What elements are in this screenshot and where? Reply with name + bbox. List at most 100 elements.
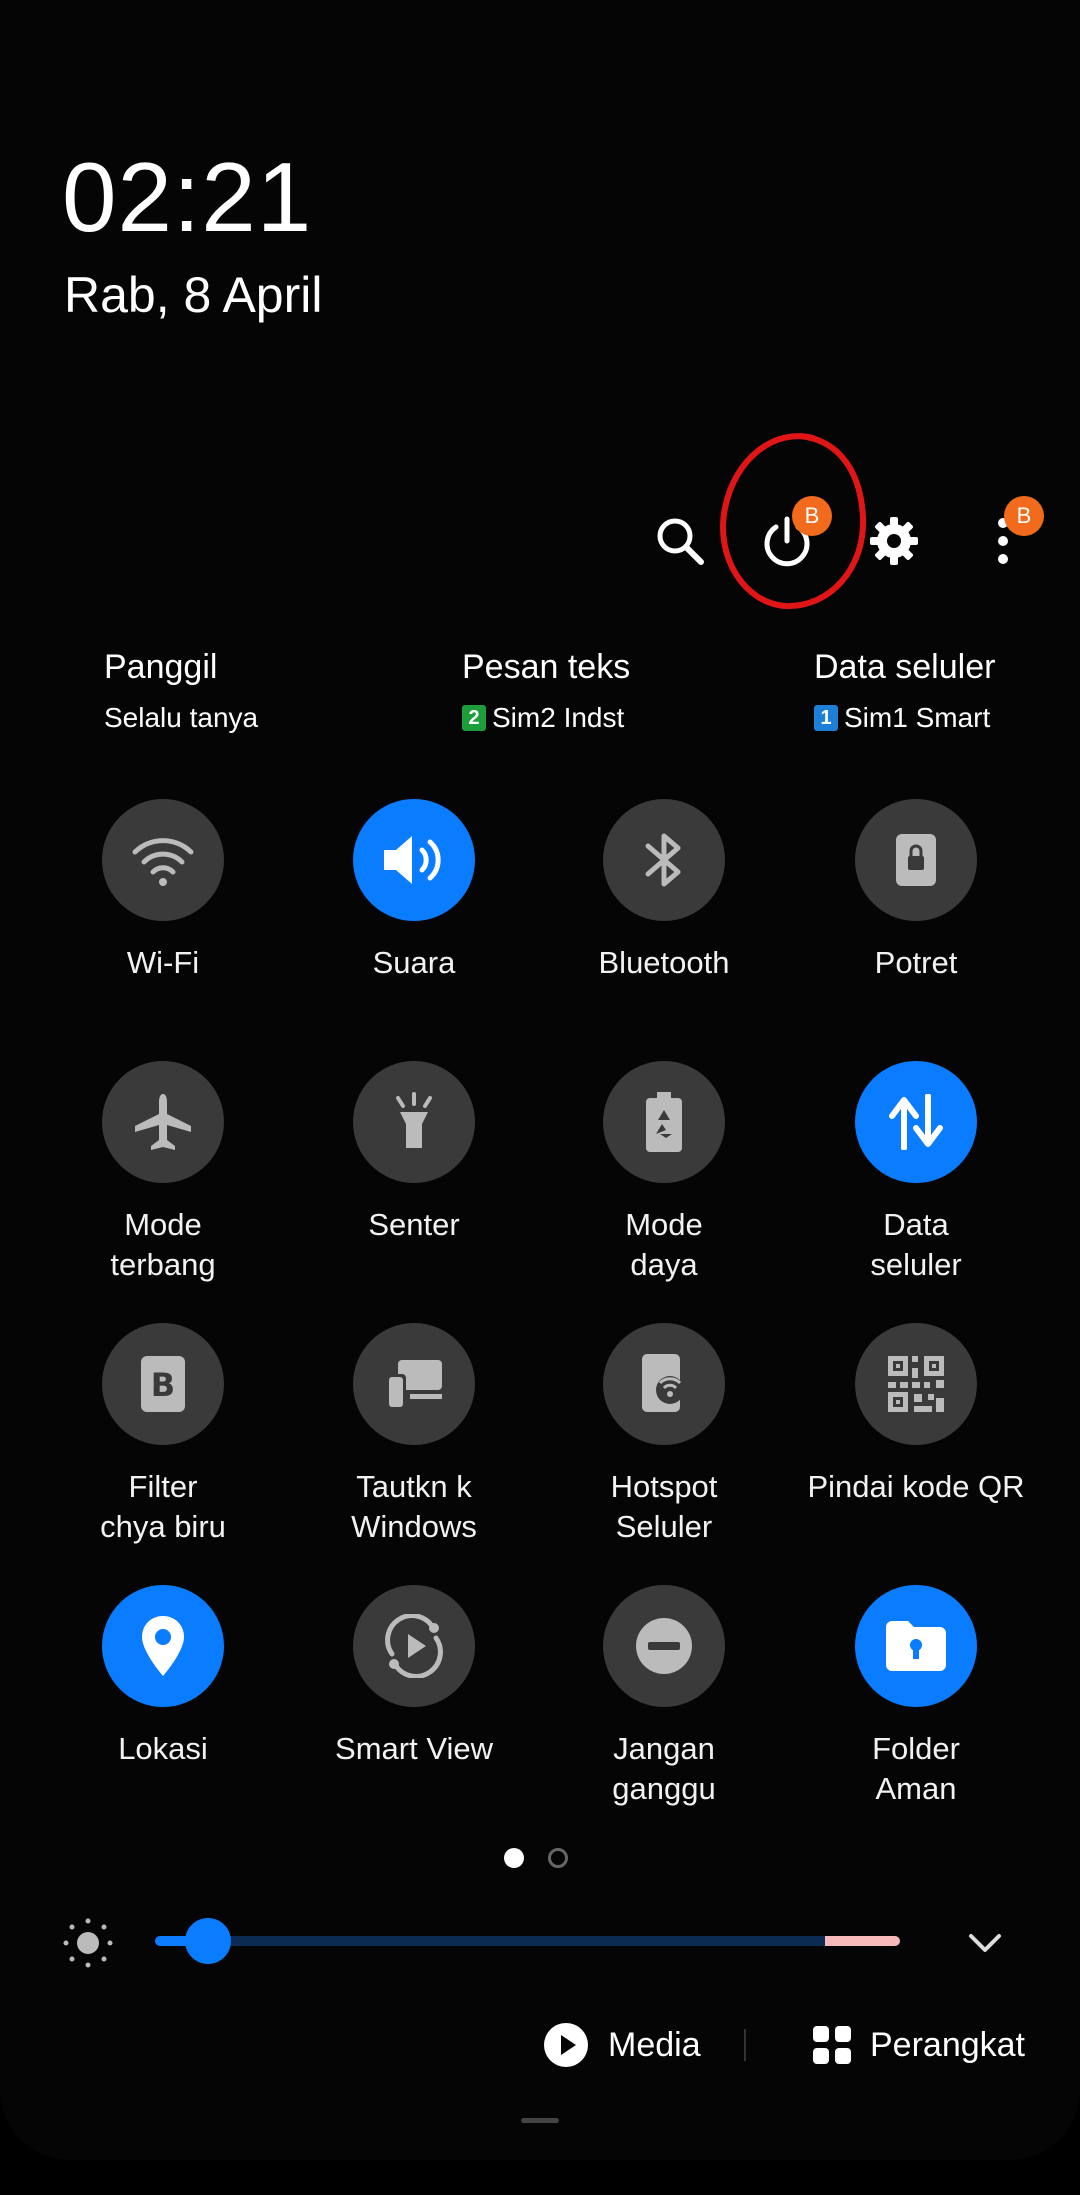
tile-label: Jangan ganggu xyxy=(612,1731,716,1806)
tile-button[interactable] xyxy=(603,1585,725,1707)
tile-label: Suara xyxy=(372,945,456,980)
svg-text:B: B xyxy=(151,1366,175,1404)
tile-location[interactable]: Lokasi xyxy=(53,1585,273,1769)
drag-handle[interactable] xyxy=(521,2118,559,2123)
more-options-button[interactable]: B xyxy=(958,496,1048,586)
devices-button[interactable]: Perangkat xyxy=(812,2015,1025,2075)
sim-pref-title: Pesan teks xyxy=(462,648,631,686)
tile-secure-folder[interactable]: Folder Aman xyxy=(806,1585,1026,1809)
tile-bluetooth[interactable]: Bluetooth xyxy=(554,799,774,983)
search-icon xyxy=(657,518,704,565)
media-label: Media xyxy=(608,2025,701,2064)
sim1-icon: 1 xyxy=(814,705,838,731)
tile-label: Hotspot Seluler xyxy=(610,1469,718,1544)
do-not-disturb-icon xyxy=(636,1618,692,1674)
chevron-down-icon[interactable] xyxy=(965,1923,1005,1963)
tile-button[interactable] xyxy=(353,1585,475,1707)
tile-power-mode[interactable]: Mode daya xyxy=(554,1061,774,1285)
tile-label: Folder Aman xyxy=(872,1731,960,1806)
tile-button[interactable] xyxy=(102,1585,224,1707)
sim-pref-title: Panggil xyxy=(104,648,218,686)
page-indicator xyxy=(504,1848,568,1868)
tile-link-windows[interactable]: Tautkn k Windows xyxy=(304,1323,524,1547)
gear-icon xyxy=(870,517,918,565)
battery-saver-icon xyxy=(646,1092,682,1152)
tile-label: Lokasi xyxy=(118,1731,208,1766)
date[interactable]: Rab, 8 April xyxy=(64,270,322,320)
page-dot-2[interactable] xyxy=(548,1848,568,1868)
tile-button[interactable] xyxy=(353,799,475,921)
tile-label: Filter chya biru xyxy=(100,1469,226,1544)
tile-label: Senter xyxy=(368,1207,460,1242)
tile-button[interactable] xyxy=(855,1061,977,1183)
hotspot-icon xyxy=(642,1354,684,1412)
tile-button[interactable] xyxy=(603,1061,725,1183)
portrait-lock-icon xyxy=(896,834,936,886)
quick-panel: 02:21 Rab, 8 April B B Panggil Selalu ta… xyxy=(0,0,1080,2160)
smart-view-icon xyxy=(385,1614,443,1678)
tile-button[interactable] xyxy=(855,799,977,921)
sim-pref-title: Data seluler xyxy=(814,648,996,686)
volume-icon xyxy=(384,836,441,884)
tile-label: Wi-Fi xyxy=(126,945,200,980)
tile-button[interactable] xyxy=(353,1323,475,1445)
play-circle-icon xyxy=(544,2023,588,2067)
bottom-actions: Media Perangkat xyxy=(0,2015,1080,2075)
tile-button[interactable]: B xyxy=(102,1323,224,1445)
sim-pref-call[interactable]: Panggil Selalu tanya xyxy=(104,650,258,732)
tile-dnd[interactable]: Jangan ganggu xyxy=(554,1585,774,1809)
blue-light-filter-icon: B xyxy=(141,1356,185,1412)
tile-label: Smart View xyxy=(335,1731,493,1766)
search-button[interactable] xyxy=(635,496,725,586)
tile-label: Mode daya xyxy=(625,1207,703,1282)
tile-airplane[interactable]: Mode terbang xyxy=(53,1061,273,1285)
tile-wifi[interactable]: Wi-Fi xyxy=(53,799,273,983)
devices-label: Perangkat xyxy=(870,2025,1025,2064)
sim-pref-data[interactable]: Data seluler 1 Sim1 Smart xyxy=(814,650,995,732)
mobile-data-icon xyxy=(889,1094,943,1150)
tile-blue-light[interactable]: B Filter chya biru xyxy=(53,1323,273,1547)
brightness-icon xyxy=(63,1918,113,1968)
brightness-thumb[interactable] xyxy=(185,1918,231,1964)
tile-button[interactable] xyxy=(603,1323,725,1445)
tile-button[interactable] xyxy=(855,1323,977,1445)
sim-pref-subtitle: 2 Sim2 Indst xyxy=(462,704,630,732)
tile-label: Mode terbang xyxy=(110,1207,216,1282)
tile-portrait[interactable]: Potret xyxy=(806,799,1026,983)
clock[interactable]: 02:21 xyxy=(62,148,312,246)
tile-mobile-data[interactable]: Data seluler xyxy=(806,1061,1026,1285)
tile-hotspot[interactable]: Hotspot Seluler xyxy=(554,1323,774,1547)
tile-smart-view[interactable]: Smart View xyxy=(304,1585,524,1769)
tile-button[interactable] xyxy=(603,799,725,921)
brightness-row xyxy=(0,1905,1080,1975)
tile-qr-scan[interactable]: Pindai kode QR xyxy=(806,1323,1026,1507)
tile-label: Tautkn k Windows xyxy=(351,1469,477,1544)
airplane-icon xyxy=(135,1094,191,1150)
tile-button[interactable] xyxy=(855,1585,977,1707)
qr-code-icon xyxy=(888,1356,944,1412)
brightness-slider[interactable] xyxy=(155,1936,900,1946)
flashlight-icon xyxy=(396,1092,432,1148)
sim-pref-value: Sim1 Smart xyxy=(844,702,991,733)
sim-pref-value: Selalu tanya xyxy=(104,702,259,733)
secure-folder-icon xyxy=(886,1621,946,1671)
tile-button[interactable] xyxy=(102,1061,224,1183)
sim-pref-subtitle: Selalu tanya xyxy=(104,704,258,732)
location-icon xyxy=(142,1616,184,1676)
sim-pref-subtitle: 1 Sim1 Smart xyxy=(814,704,995,732)
page-dot-1[interactable] xyxy=(504,1848,524,1868)
tile-button[interactable] xyxy=(102,799,224,921)
sim2-icon: 2 xyxy=(462,705,486,731)
media-button[interactable]: Media xyxy=(542,2015,701,2075)
divider xyxy=(744,2029,746,2061)
tile-flashlight[interactable]: Senter xyxy=(304,1061,524,1245)
tile-label: Pindai kode QR xyxy=(807,1469,1025,1504)
brightness-warm-zone xyxy=(825,1936,900,1946)
annotation-circle xyxy=(720,433,867,610)
sim-pref-sms[interactable]: Pesan teks 2 Sim2 Indst xyxy=(462,650,630,732)
tile-label: Potret xyxy=(874,945,958,980)
tile-button[interactable] xyxy=(353,1061,475,1183)
sim-pref-value: Sim2 Indst xyxy=(492,702,625,733)
tile-sound[interactable]: Suara xyxy=(304,799,524,983)
tile-label: Bluetooth xyxy=(598,945,730,980)
